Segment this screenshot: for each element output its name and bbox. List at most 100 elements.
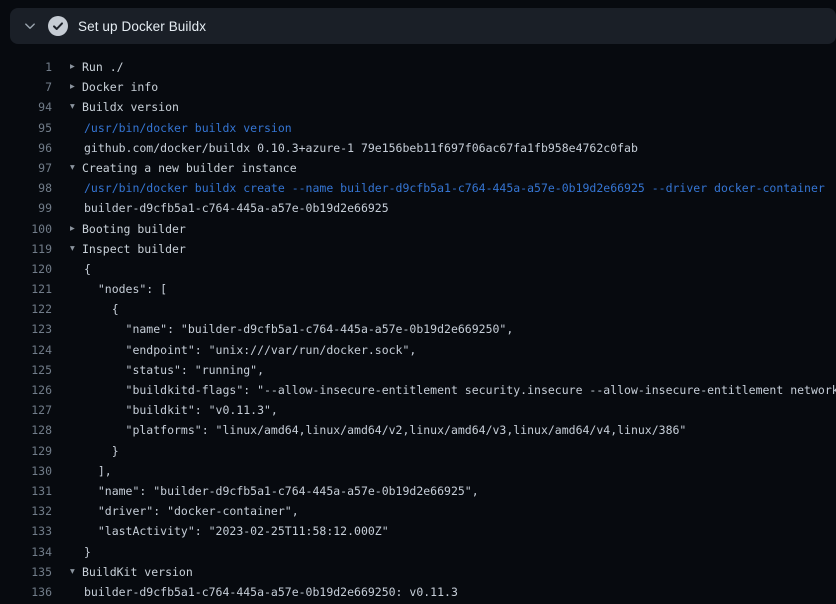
log-line-text: /usr/bin/docker buildx create --name bui… [84, 178, 825, 198]
check-circle-icon [48, 16, 68, 36]
log-line: 1 ▸Run ./ [0, 57, 836, 77]
group-toggle-icon[interactable]: ▾ [70, 562, 82, 582]
log-line-content: } [70, 542, 91, 562]
log-line: 134 } [0, 542, 836, 562]
log-line: 128 "platforms": "linux/amd64,linux/amd6… [0, 420, 836, 440]
log-line-content: ▸Booting builder [70, 219, 186, 239]
log-line-text: } [84, 542, 91, 562]
log-line-text: "buildkit": "v0.11.3", [84, 400, 278, 420]
log-line-text: "nodes": [ [84, 279, 167, 299]
log-line-number[interactable]: 97 [0, 158, 52, 178]
group-toggle-icon [70, 521, 84, 541]
log-line-number[interactable]: 99 [0, 198, 52, 218]
group-toggle-icon [70, 279, 84, 299]
log-line-number[interactable]: 129 [0, 441, 52, 461]
group-toggle-icon [70, 299, 84, 319]
step-header[interactable]: Set up Docker Buildx [10, 8, 836, 44]
group-toggle-icon [70, 178, 84, 198]
log-line-content: builder-d9cfb5a1-c764-445a-a57e-0b19d2e6… [70, 198, 389, 218]
group-toggle-icon [70, 441, 84, 461]
group-toggle-icon [70, 118, 84, 138]
log-line: 132 "driver": "docker-container", [0, 501, 836, 521]
log-line: 131 "name": "builder-d9cfb5a1-c764-445a-… [0, 481, 836, 501]
log-line-content: { [70, 299, 119, 319]
log-line-text: builder-d9cfb5a1-c764-445a-a57e-0b19d2e6… [84, 198, 389, 218]
log-line-content: "driver": "docker-container", [70, 501, 299, 521]
log-line-number[interactable]: 96 [0, 138, 52, 158]
log-line-text: { [84, 259, 91, 279]
log-line-content: ], [70, 461, 112, 481]
group-toggle-icon [70, 501, 84, 521]
log-line-number[interactable]: 121 [0, 279, 52, 299]
log-line-number[interactable]: 128 [0, 420, 52, 440]
log-line-number[interactable]: 134 [0, 542, 52, 562]
log-line: 135 ▾BuildKit version [0, 562, 836, 582]
log-line-text: "lastActivity": "2023-02-25T11:58:12.000… [84, 521, 389, 541]
log-line-number[interactable]: 127 [0, 400, 52, 420]
log-line-number[interactable]: 130 [0, 461, 52, 481]
log-line: 136 builder-d9cfb5a1-c764-445a-a57e-0b19… [0, 582, 836, 602]
group-toggle-icon [70, 400, 84, 420]
log-line-text: "buildkitd-flags": "--allow-insecure-ent… [84, 380, 836, 400]
group-toggle-icon[interactable]: ▸ [70, 57, 82, 77]
log-line-content: "nodes": [ [70, 279, 167, 299]
log-line-number[interactable]: 1 [0, 57, 52, 77]
group-toggle-icon [70, 360, 84, 380]
log-line-number[interactable]: 95 [0, 118, 52, 138]
log-line: 100 ▸Booting builder [0, 219, 836, 239]
log-line-number[interactable]: 123 [0, 319, 52, 339]
group-toggle-icon[interactable]: ▾ [70, 97, 82, 117]
log-line-content: "endpoint": "unix:///var/run/docker.sock… [70, 340, 416, 360]
log-line-number[interactable]: 135 [0, 562, 52, 582]
group-toggle-icon [70, 319, 84, 339]
log-line: 122 { [0, 299, 836, 319]
log-line: 7 ▸Docker info [0, 77, 836, 97]
log-line-number[interactable]: 124 [0, 340, 52, 360]
log-line-content: ▾Buildx version [70, 97, 179, 117]
log-line-content: "lastActivity": "2023-02-25T11:58:12.000… [70, 521, 389, 541]
log-line-number[interactable]: 98 [0, 178, 52, 198]
log-line: 119 ▾Inspect builder [0, 239, 836, 259]
group-toggle-icon[interactable]: ▸ [70, 77, 82, 97]
log-line-number[interactable]: 122 [0, 299, 52, 319]
group-toggle-icon [70, 481, 84, 501]
log-line-number[interactable]: 94 [0, 97, 52, 117]
log-line: 129 } [0, 441, 836, 461]
log-line-content: github.com/docker/buildx 0.10.3+azure-1 … [70, 138, 638, 158]
log-line-number[interactable]: 125 [0, 360, 52, 380]
log-line-number[interactable]: 132 [0, 501, 52, 521]
log-line-number[interactable]: 131 [0, 481, 52, 501]
log-line: 98 /usr/bin/docker buildx create --name … [0, 178, 836, 198]
log-line: 95 /usr/bin/docker buildx version [0, 118, 836, 138]
log-line-content: /usr/bin/docker buildx create --name bui… [70, 178, 825, 198]
log-line-number[interactable]: 120 [0, 259, 52, 279]
step-title: Set up Docker Buildx [78, 19, 206, 34]
log-line: 124 "endpoint": "unix:///var/run/docker.… [0, 340, 836, 360]
group-toggle-icon [70, 198, 84, 218]
log-line-text: Buildx version [82, 97, 179, 117]
log-line-content: "status": "running", [70, 360, 264, 380]
log-line: 125 "status": "running", [0, 360, 836, 380]
log-line-content: /usr/bin/docker buildx version [70, 118, 292, 138]
group-toggle-icon[interactable]: ▸ [70, 219, 82, 239]
log-line-text: "name": "builder-d9cfb5a1-c764-445a-a57e… [84, 319, 513, 339]
log-line-content: builder-d9cfb5a1-c764-445a-a57e-0b19d2e6… [70, 582, 458, 602]
log-line-number[interactable]: 100 [0, 219, 52, 239]
group-toggle-icon [70, 380, 84, 400]
log-line-content: "buildkit": "v0.11.3", [70, 400, 278, 420]
group-toggle-icon [70, 582, 84, 602]
log-line-text: "platforms": "linux/amd64,linux/amd64/v2… [84, 420, 686, 440]
log-line: 126 "buildkitd-flags": "--allow-insecure… [0, 380, 836, 400]
log-line-text: BuildKit version [82, 562, 193, 582]
group-toggle-icon[interactable]: ▾ [70, 239, 82, 259]
log-line-number[interactable]: 126 [0, 380, 52, 400]
group-toggle-icon [70, 461, 84, 481]
actions-log-viewer: Set up Docker Buildx 1 ▸Run ./ 7 ▸Docker… [0, 0, 836, 604]
chevron-down-icon[interactable] [19, 15, 41, 37]
log-line-number[interactable]: 133 [0, 521, 52, 541]
log-line-number[interactable]: 136 [0, 582, 52, 602]
log-line-number[interactable]: 7 [0, 77, 52, 97]
log-line-number[interactable]: 119 [0, 239, 52, 259]
group-toggle-icon[interactable]: ▾ [70, 158, 82, 178]
log-line-text: builder-d9cfb5a1-c764-445a-a57e-0b19d2e6… [84, 582, 458, 602]
